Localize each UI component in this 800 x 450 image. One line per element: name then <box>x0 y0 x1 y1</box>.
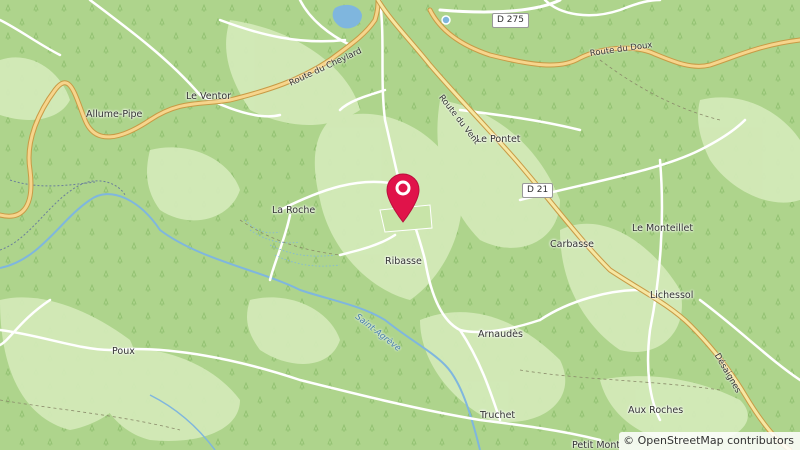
map-attribution[interactable]: © OpenStreetMap contributors <box>619 432 800 450</box>
place-label-allume-pipe: Allume-Pipe <box>86 109 143 120</box>
place-label-le-pontet: Le Pontet <box>476 134 521 145</box>
road-shield-d21: D 21 <box>522 183 554 198</box>
place-label-le-monteillet: Le Monteillet <box>632 223 694 234</box>
location-pin-icon[interactable] <box>385 172 421 224</box>
place-label-le-ventor: Le Ventor <box>186 91 232 102</box>
place-label-petit-mont: Petit Mont <box>572 440 621 450</box>
map-view[interactable]: Allume-Pipe Le Ventor La Roche Ribasse L… <box>0 0 800 450</box>
place-label-lichessol: Lichessol <box>650 290 694 301</box>
place-label-carbasse: Carbasse <box>550 239 594 250</box>
place-label-aux-roches: Aux Roches <box>628 405 684 416</box>
place-label-la-roche: La Roche <box>272 205 316 216</box>
place-label-poux: Poux <box>112 346 135 357</box>
place-label-ribasse: Ribasse <box>385 256 422 267</box>
road-shield-d275: D 275 <box>492 13 529 28</box>
place-label-arnaudes: Arnaudès <box>478 329 523 340</box>
place-label-truchet: Truchet <box>480 410 516 421</box>
